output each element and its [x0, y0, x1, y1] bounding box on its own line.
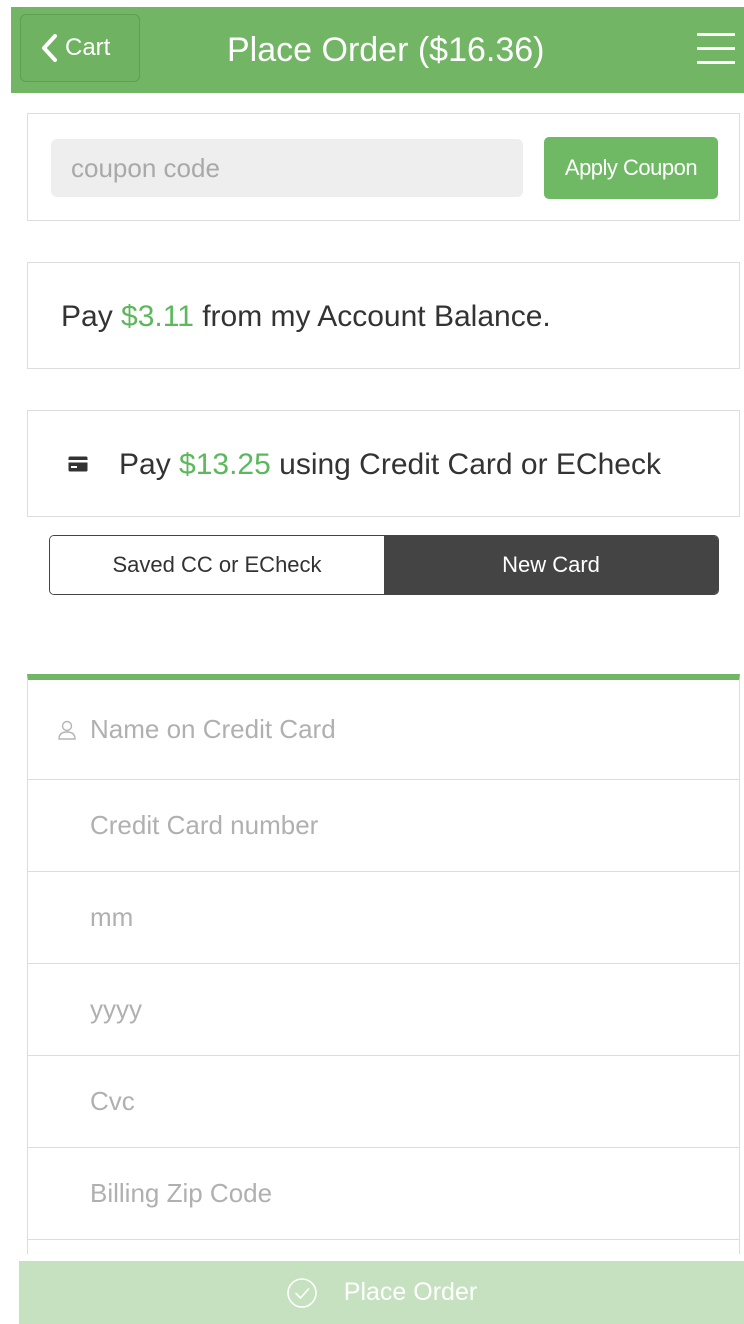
- cvc-row: [28, 1056, 739, 1148]
- place-order-label: Place Order: [343, 1278, 478, 1306]
- credit-card-amount: $13.25: [179, 448, 271, 481]
- credit-card-icon: [68, 456, 88, 472]
- expiry-year-row: [28, 964, 739, 1056]
- new-card-form: [27, 674, 740, 1254]
- cvc-input[interactable]: [28, 1056, 739, 1147]
- name-on-card-row: [28, 680, 739, 780]
- back-button-label: Cart: [65, 34, 111, 61]
- billing-zip-row: [28, 1148, 739, 1240]
- credit-card-prefix: Pay: [119, 448, 180, 481]
- user-icon: [58, 720, 76, 740]
- credit-card-text: Pay $13.25 using Credit Card or ECheck: [119, 411, 661, 518]
- tab-saved-cc-echeck[interactable]: Saved CC or ECheck: [50, 536, 384, 594]
- account-balance-amount: $3.11: [121, 300, 194, 333]
- account-balance-prefix: Pay: [61, 300, 122, 333]
- expiry-month-row: [28, 872, 739, 964]
- account-balance-text: Pay $3.11 from my Account Balance.: [61, 263, 551, 370]
- expiry-month-input[interactable]: [28, 872, 739, 963]
- hamburger-menu-icon[interactable]: [697, 33, 735, 67]
- app-header: Cart Place Order ($16.36): [11, 7, 744, 93]
- account-balance-suffix: from my Account Balance.: [193, 300, 551, 333]
- check-circle-icon: [286, 1277, 317, 1308]
- credit-card-option[interactable]: Pay $13.25 using Credit Card or ECheck: [27, 410, 740, 517]
- expiry-year-input[interactable]: [28, 964, 739, 1055]
- card-number-input[interactable]: [28, 780, 739, 871]
- coupon-section: Apply Coupon: [27, 113, 740, 221]
- place-order-button[interactable]: Place Order: [19, 1261, 744, 1324]
- account-balance-option[interactable]: Pay $3.11 from my Account Balance.: [27, 262, 740, 369]
- card-number-row: [28, 780, 739, 872]
- payment-method-tabs: Saved CC or ECheck New Card: [49, 535, 719, 595]
- name-on-card-input[interactable]: [28, 680, 739, 779]
- apply-coupon-button[interactable]: Apply Coupon: [544, 137, 718, 199]
- chevron-left-icon: [42, 34, 57, 62]
- page-title: Place Order ($16.36): [227, 31, 545, 69]
- back-to-cart-button[interactable]: Cart: [20, 14, 140, 82]
- credit-card-suffix: using Credit Card or ECheck: [270, 448, 661, 481]
- billing-zip-input[interactable]: [28, 1148, 739, 1239]
- coupon-code-input[interactable]: [51, 139, 523, 197]
- tab-new-card[interactable]: New Card: [384, 536, 718, 594]
